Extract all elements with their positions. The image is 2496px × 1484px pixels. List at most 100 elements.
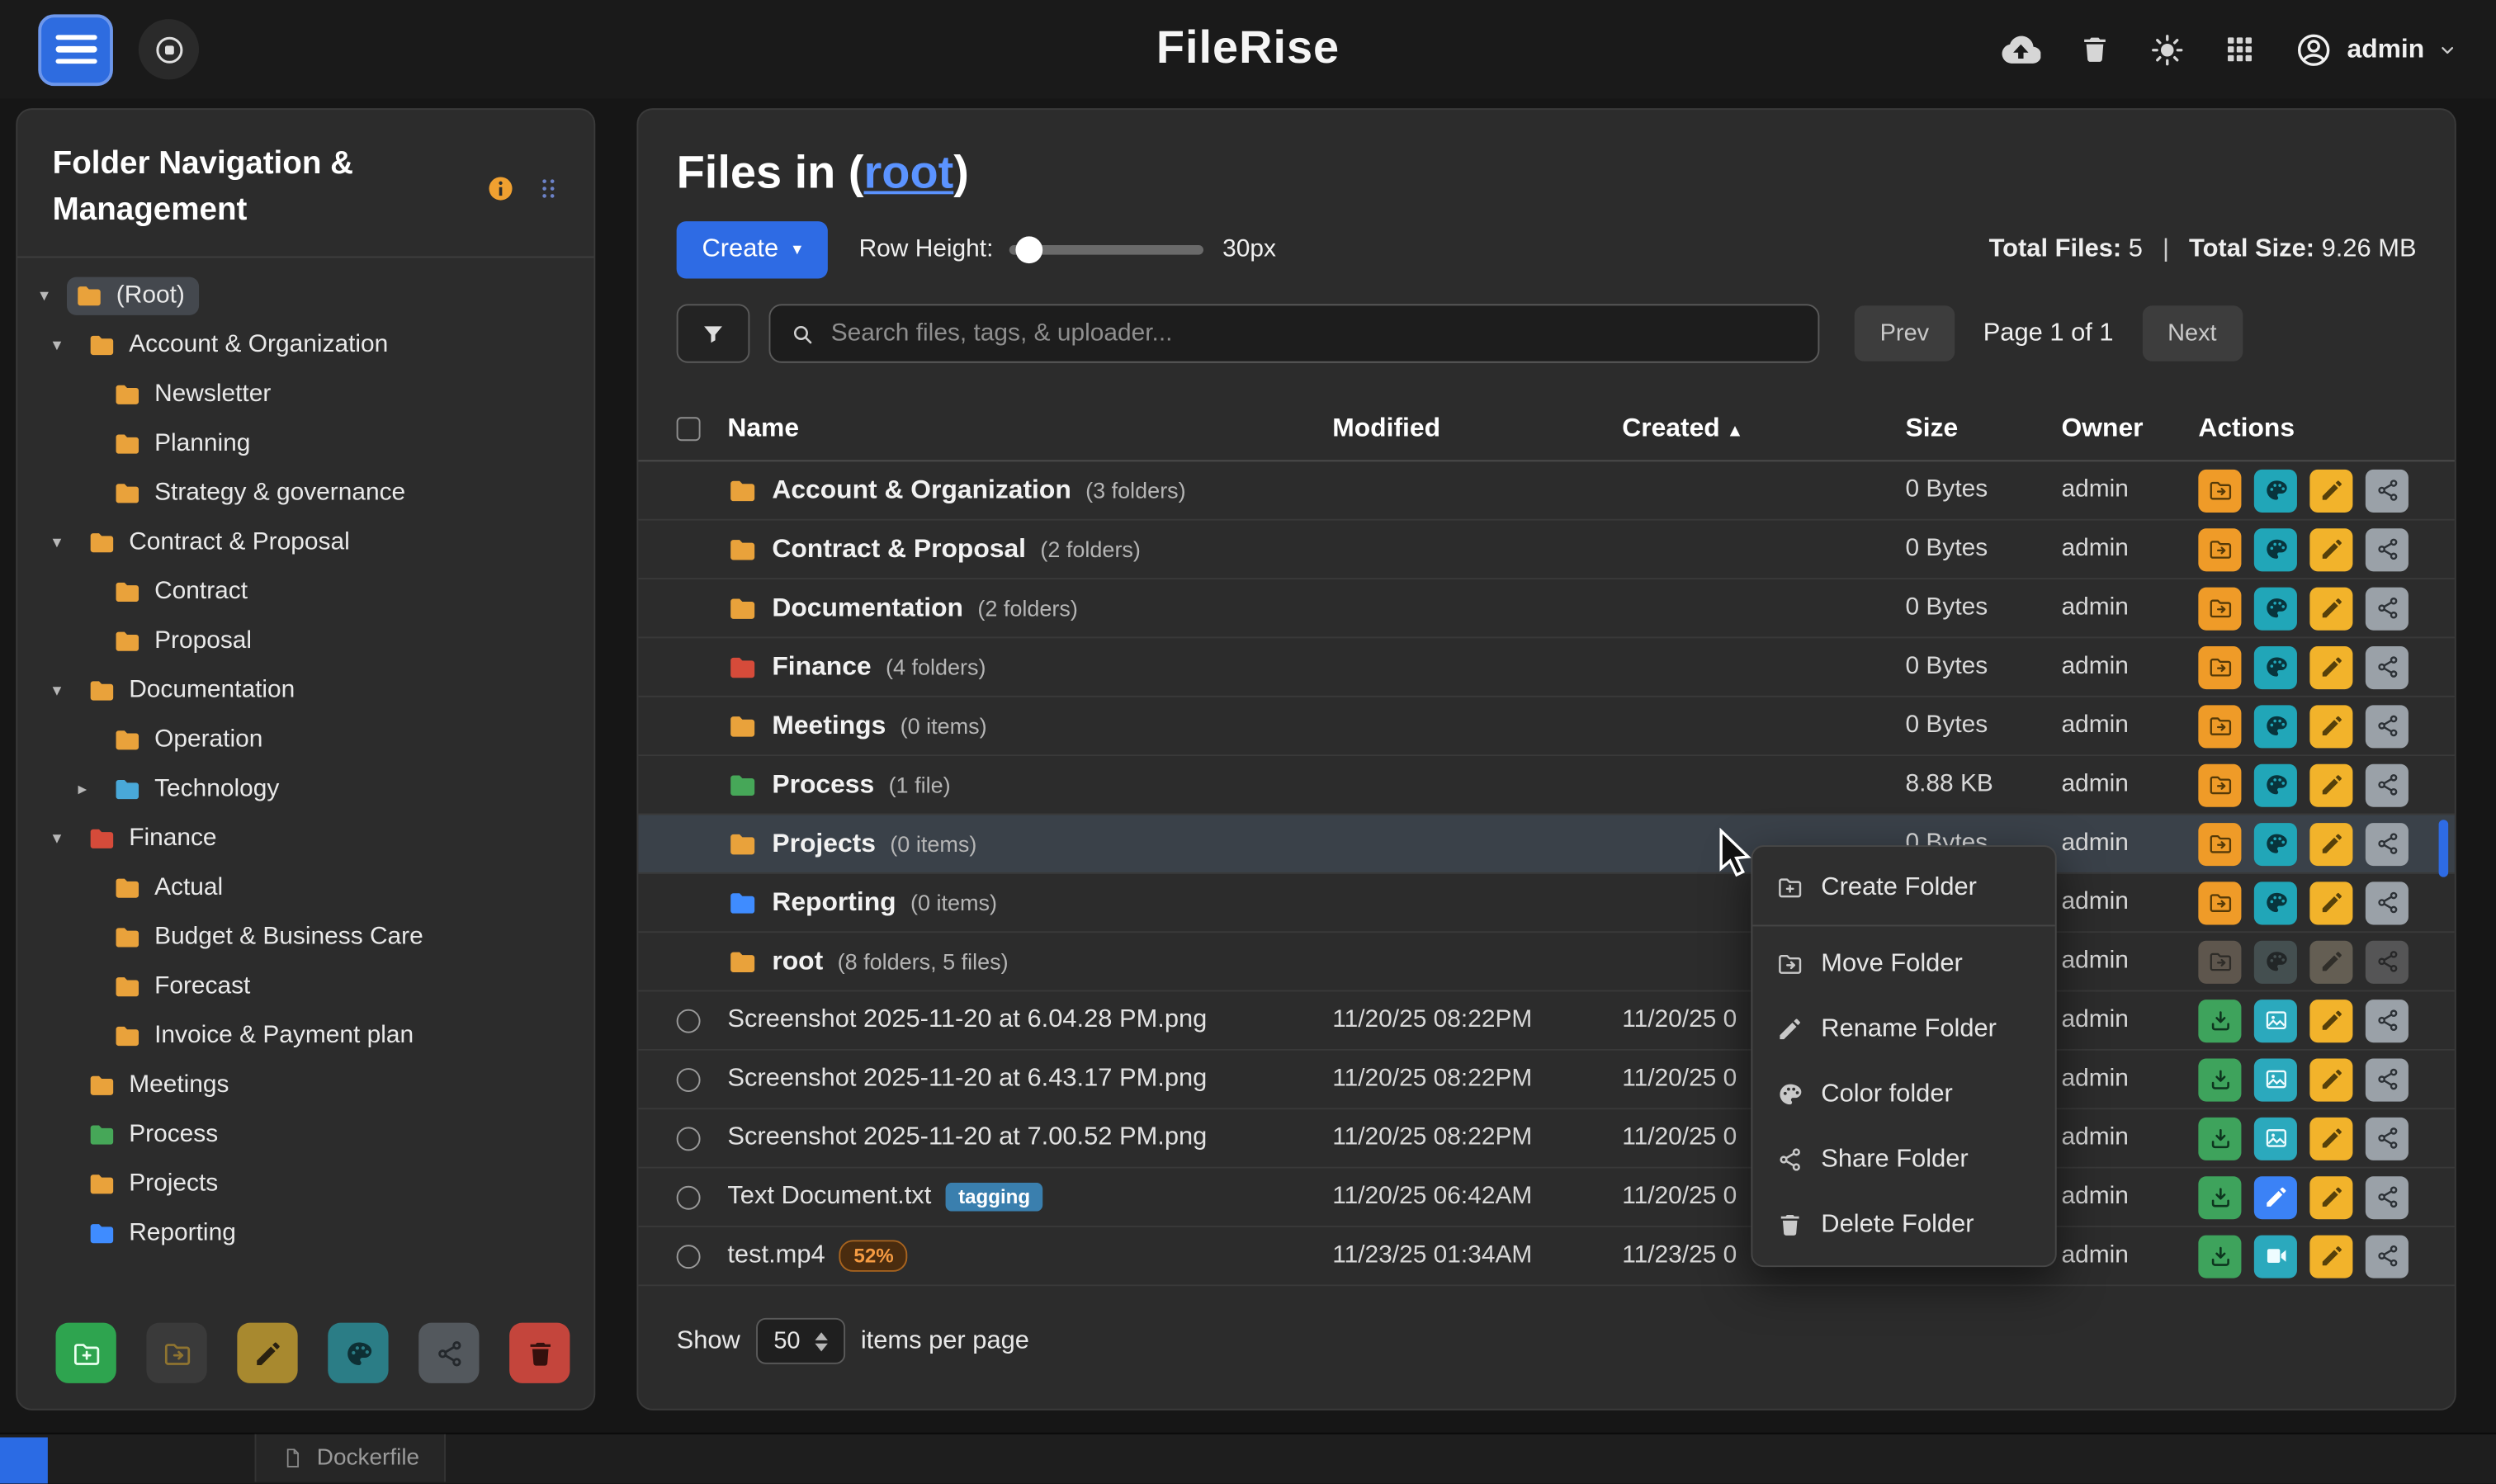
table-row-reporting[interactable]: Reporting(0 items)admin bbox=[638, 874, 2454, 933]
delete-folder-button[interactable] bbox=[509, 1323, 570, 1383]
tree-item-technology[interactable]: ▸Technology bbox=[17, 764, 581, 814]
column-header-size[interactable]: Size bbox=[1905, 414, 2061, 444]
row-checkbox[interactable] bbox=[677, 1009, 728, 1033]
header-upload-button[interactable] bbox=[2002, 30, 2041, 69]
tree-item-strategy-governance[interactable]: Strategy & governance bbox=[17, 468, 581, 518]
download-button[interactable] bbox=[2198, 1235, 2241, 1278]
rename-button[interactable] bbox=[2309, 1235, 2352, 1278]
table-row-meetings[interactable]: Meetings(0 items)0 Bytesadmin bbox=[638, 697, 2454, 756]
header-theme-button[interactable] bbox=[2149, 31, 2186, 68]
share-button[interactable] bbox=[2366, 763, 2409, 806]
palette-button[interactable] bbox=[2254, 587, 2297, 630]
share-button[interactable] bbox=[2366, 704, 2409, 747]
tree-item-projects[interactable]: Projects bbox=[17, 1159, 581, 1208]
share-button[interactable] bbox=[2366, 469, 2409, 512]
rename-button[interactable] bbox=[2309, 881, 2352, 924]
palette-button[interactable] bbox=[2254, 881, 2297, 924]
tree-item-proposal[interactable]: Proposal bbox=[17, 616, 581, 665]
column-header-created[interactable]: Created▲ bbox=[1622, 414, 1905, 444]
select-all-checkbox[interactable] bbox=[677, 417, 701, 441]
tree-item-newsletter[interactable]: Newsletter bbox=[17, 369, 581, 418]
image-button[interactable] bbox=[2254, 1058, 2297, 1101]
table-row-root[interactable]: root(8 folders, 5 files)admin bbox=[638, 933, 2454, 991]
root-link[interactable]: root bbox=[864, 148, 954, 199]
slider-knob[interactable] bbox=[1015, 235, 1042, 262]
palette-button[interactable] bbox=[2254, 527, 2297, 570]
download-button[interactable] bbox=[2198, 1058, 2241, 1101]
drag-handle-icon[interactable] bbox=[535, 174, 562, 201]
share-button[interactable] bbox=[2366, 822, 2409, 865]
caret-right-icon[interactable]: ▸ bbox=[78, 778, 105, 799]
items-per-page-select[interactable]: 50 bbox=[756, 1318, 844, 1364]
download-button[interactable] bbox=[2198, 999, 2241, 1042]
share-button[interactable] bbox=[2366, 1175, 2409, 1218]
palette-button[interactable] bbox=[2254, 763, 2297, 806]
table-row-text-document-txt[interactable]: Text Document.txttagging11/20/25 06:42AM… bbox=[638, 1169, 2454, 1227]
move-button[interactable] bbox=[2198, 881, 2241, 924]
column-header-owner[interactable]: Owner bbox=[2061, 414, 2198, 444]
tree-item-contract-proposal[interactable]: ▾Contract & Proposal bbox=[17, 518, 581, 567]
next-button[interactable]: Next bbox=[2142, 305, 2242, 361]
context-menu-item-move-folder[interactable]: Move Folder bbox=[1752, 931, 2054, 996]
rename-button[interactable] bbox=[2309, 527, 2352, 570]
table-row-screenshot-2025-11-20-at-7-00-52-pm-png[interactable]: Screenshot 2025-11-20 at 7.00.52 PM.png1… bbox=[638, 1109, 2454, 1168]
tree-item-budget-business-care[interactable]: Budget & Business Care bbox=[17, 912, 581, 962]
info-icon[interactable] bbox=[485, 173, 516, 203]
color-folder-button[interactable] bbox=[328, 1323, 388, 1383]
share-button[interactable] bbox=[2366, 527, 2409, 570]
table-row-finance[interactable]: Finance(4 folders)0 Bytesadmin bbox=[638, 638, 2454, 697]
rename-button[interactable] bbox=[2309, 645, 2352, 688]
caret-down-icon[interactable]: ▾ bbox=[53, 334, 80, 355]
image-button[interactable] bbox=[2254, 1117, 2297, 1160]
download-button[interactable] bbox=[2198, 1117, 2241, 1160]
edit-button[interactable] bbox=[2254, 1175, 2297, 1218]
scrollbar-thumb[interactable] bbox=[2439, 820, 2449, 877]
tree-item-process[interactable]: Process bbox=[17, 1109, 581, 1159]
share-button[interactable] bbox=[2366, 881, 2409, 924]
rename-folder-button[interactable] bbox=[237, 1323, 297, 1383]
caret-down-icon[interactable]: ▾ bbox=[53, 828, 80, 848]
table-row-process[interactable]: Process(1 file)8.88 KBadmin bbox=[638, 756, 2454, 815]
caret-down-icon[interactable]: ▾ bbox=[40, 285, 67, 305]
tree-item-root[interactable]: ▾(Root) bbox=[17, 271, 581, 320]
create-button[interactable]: Create ▾ bbox=[677, 220, 827, 277]
tree-item-documentation[interactable]: ▾Documentation bbox=[17, 665, 581, 715]
share-folder-button[interactable] bbox=[418, 1323, 479, 1383]
column-header-modified[interactable]: Modified bbox=[1332, 414, 1622, 444]
move-button[interactable] bbox=[2198, 822, 2241, 865]
row-checkbox[interactable] bbox=[677, 1126, 728, 1150]
table-row-screenshot-2025-11-20-at-6-43-17-pm-png[interactable]: Screenshot 2025-11-20 at 6.43.17 PM.png1… bbox=[638, 1051, 2454, 1109]
share-button[interactable] bbox=[2366, 1117, 2409, 1160]
image-button[interactable] bbox=[2254, 999, 2297, 1042]
rename-button[interactable] bbox=[2309, 822, 2352, 865]
account-menu[interactable]: admin bbox=[2295, 30, 2458, 69]
caret-down-icon[interactable]: ▾ bbox=[53, 679, 80, 700]
rename-button[interactable] bbox=[2309, 1175, 2352, 1218]
tree-item-contract[interactable]: Contract bbox=[17, 567, 581, 617]
move-button[interactable] bbox=[2198, 469, 2241, 512]
rename-button[interactable] bbox=[2309, 587, 2352, 630]
filter-button[interactable] bbox=[677, 304, 750, 362]
table-row-screenshot-2025-11-20-at-6-04-28-pm-png[interactable]: Screenshot 2025-11-20 at 6.04.28 PM.png1… bbox=[638, 991, 2454, 1050]
move-button[interactable] bbox=[2198, 763, 2241, 806]
table-row-documentation[interactable]: Documentation(2 folders)0 Bytesadmin bbox=[638, 579, 2454, 638]
context-menu-item-delete-folder[interactable]: Delete Folder bbox=[1752, 1192, 2054, 1257]
rename-button[interactable] bbox=[2309, 704, 2352, 747]
palette-button[interactable] bbox=[2254, 704, 2297, 747]
view-toggle-button[interactable] bbox=[139, 19, 199, 79]
context-menu-item-color-folder[interactable]: Color folder bbox=[1752, 1061, 2054, 1127]
row-checkbox[interactable] bbox=[677, 1067, 728, 1091]
create-folder-button[interactable] bbox=[55, 1323, 116, 1383]
context-menu-item-rename-folder[interactable]: Rename Folder bbox=[1752, 996, 2054, 1061]
palette-button[interactable] bbox=[2254, 469, 2297, 512]
search-input[interactable] bbox=[831, 319, 1799, 348]
tree-item-finance[interactable]: ▾Finance bbox=[17, 813, 581, 863]
share-button[interactable] bbox=[2366, 999, 2409, 1042]
row-height-slider[interactable] bbox=[1009, 244, 1203, 254]
palette-button[interactable] bbox=[2254, 645, 2297, 688]
tree-item-reporting[interactable]: Reporting bbox=[17, 1208, 581, 1258]
caret-down-icon[interactable]: ▾ bbox=[53, 532, 80, 552]
rename-button[interactable] bbox=[2309, 999, 2352, 1042]
menu-button[interactable] bbox=[38, 13, 113, 85]
tree-item-actual[interactable]: Actual bbox=[17, 863, 581, 912]
